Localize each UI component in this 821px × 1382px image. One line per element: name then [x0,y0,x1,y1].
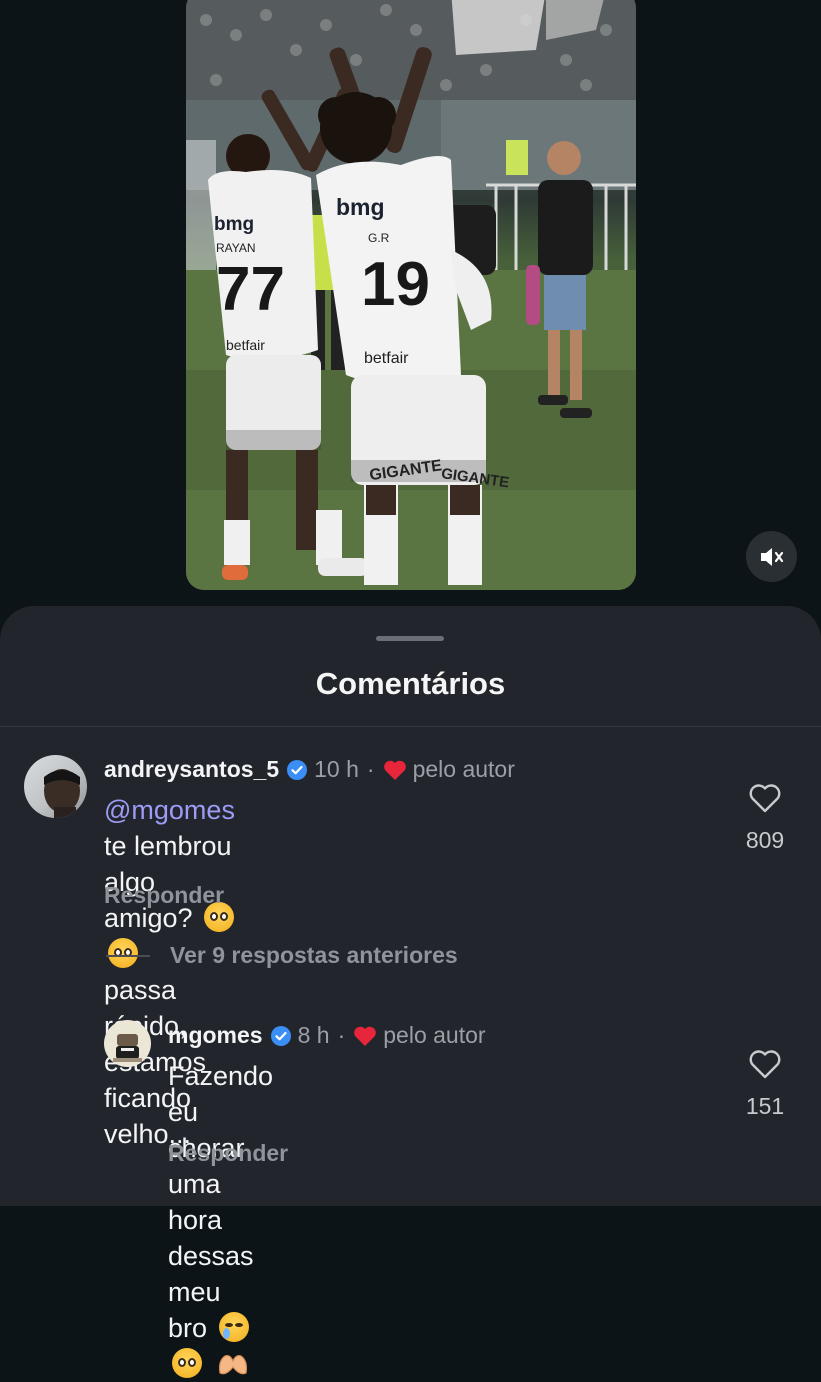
view-replies-label: Ver 9 respostas anteriores [170,942,458,968]
reply-button[interactable]: Responder [104,882,224,909]
comment-text: Fazendo eu chorar uma hora dessas meu br… [168,1058,273,1382]
heart-outline-icon[interactable] [748,1048,782,1080]
verified-badge-icon [286,759,308,781]
sheet-drag-handle[interactable] [376,636,444,641]
meta-separator: · [366,756,375,782]
view-previous-replies[interactable]: Ver 9 respostas anteriores [106,942,458,969]
liked-by-author-label: pelo autor [412,756,515,782]
comment-mention[interactable]: @mgomes [104,795,235,825]
pleading-face-emoji [172,1348,202,1378]
like-column: 151 [738,1048,792,1120]
jersey-right-sponsor: bmg [336,194,385,220]
like-column: 809 [738,782,792,854]
comment-meta: andreysantos_5 10 h · pelo autor [104,756,515,783]
heart-outline-icon[interactable] [748,782,782,814]
comments-sheet: Comentários andreysantos_5 10 h · pelo a… [0,606,821,1378]
meta-separator: · [337,1022,346,1048]
jersey-left-number: 77 [216,255,285,324]
avatar[interactable] [24,755,87,818]
verified-badge-icon [270,1025,292,1047]
comment-time: 10 h [314,756,359,782]
comment-text-line1: Fazendo eu chorar uma hora dessas meu [168,1061,274,1307]
reply-button[interactable]: Responder [168,1140,288,1167]
comment-username[interactable]: mgomes [168,1022,263,1049]
crying-face-emoji [218,1312,249,1342]
video-frame: bmg RAYAN 77 betfair bmg G.R 19 betfair … [186,0,636,590]
jersey-left-sponsor: bmg [214,214,254,235]
like-count: 809 [745,827,785,853]
jersey-right-number: 19 [361,250,430,319]
speaker-muted-icon [760,547,783,566]
liked-by-author-label: pelo autor [383,1022,486,1048]
comment-time: 8 h [297,1022,330,1048]
heart-filled-icon [383,759,407,781]
jersey-left-bottom-sponsor: betfair [226,337,265,353]
sheet-title: Comentários [315,666,506,701]
avatar-photo [113,1034,142,1062]
mute-button[interactable] [746,531,797,582]
heart-filled-icon [353,1025,377,1047]
avatar[interactable] [104,1020,151,1067]
heart-hands-emoji [218,1354,247,1375]
thread-line [106,954,150,957]
avatar-photo [44,769,80,818]
comment-meta: mgomes 8 h · pelo autor [168,1022,486,1049]
jersey-right-name: G.R [368,231,390,245]
comment-username[interactable]: andreysantos_5 [104,756,279,783]
jersey-right-bottom-sponsor: betfair [364,350,409,367]
comment-text-line2: bro [168,1313,208,1343]
sheet-divider [0,726,821,727]
like-count: 151 [745,1093,785,1119]
jersey-left-name: RAYAN [216,241,256,255]
video-player[interactable]: bmg RAYAN 77 betfair bmg G.R 19 betfair … [186,0,636,590]
